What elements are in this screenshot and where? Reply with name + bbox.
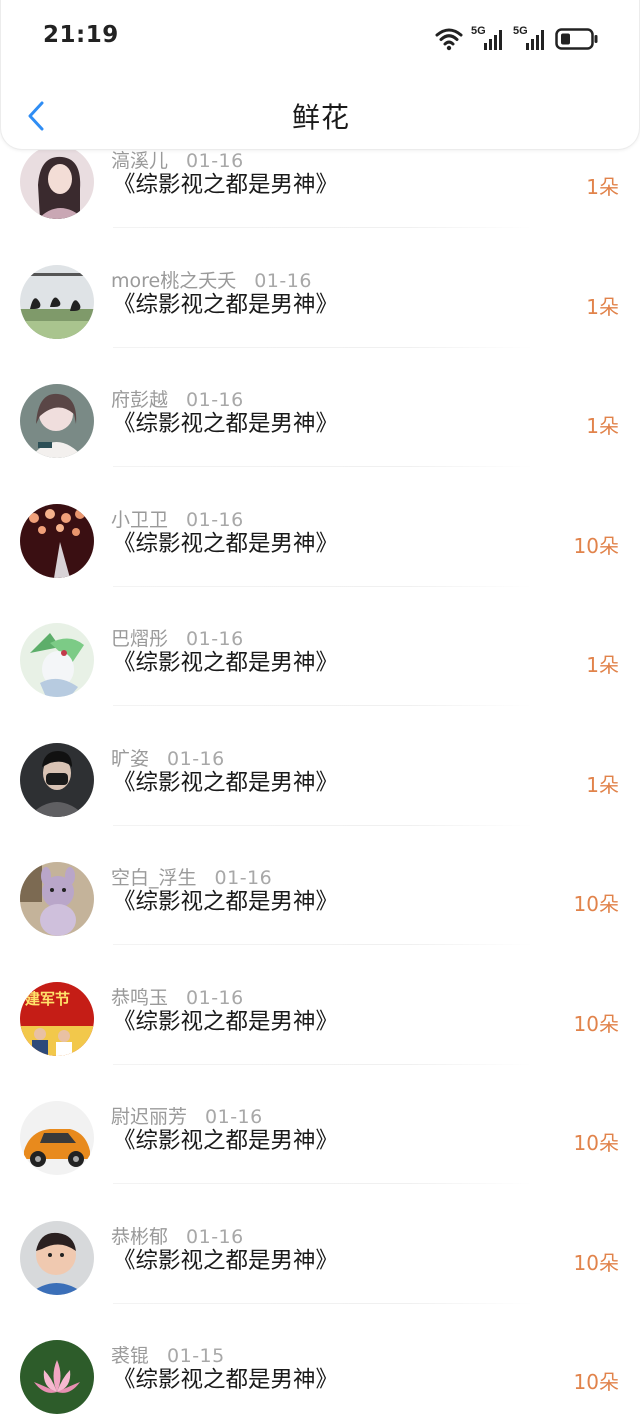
book-title[interactable]: 《综影视之都是男神》 (113, 766, 338, 800)
avatar-image (20, 862, 94, 936)
row-divider (113, 1302, 533, 1304)
avatar[interactable]: 建军节 (20, 981, 94, 1056)
avatar-image (20, 264, 94, 339)
svg-text:建军节: 建军节 (25, 990, 70, 1008)
row-divider (113, 824, 533, 826)
avatar[interactable] (20, 1340, 94, 1414)
avatar-image (20, 1220, 94, 1295)
wifi-icon (435, 28, 463, 51)
avatar-image (20, 145, 94, 219)
avatar[interactable] (20, 264, 94, 339)
row-divider (113, 227, 533, 228)
avatar-image (20, 742, 94, 817)
signal-icon: 5G (471, 25, 505, 51)
flower-count: 10朵 (573, 1131, 619, 1155)
book-title[interactable]: 《综影视之都是男神》 (113, 885, 338, 919)
row-divider (113, 1063, 533, 1065)
list-item[interactable]: 府彭越 01-16 《综影视之都是男神》 1朵 (0, 384, 640, 504)
avatar-image (20, 384, 94, 458)
screen: 滈溪儿 01-16 《综影视之都是男神》 1朵 more桃之夭夭 01-16 《综影视之都是… (0, 0, 640, 1421)
book-title[interactable]: 《综影视之都是男神》 (113, 1124, 338, 1158)
flower-count: 10朵 (573, 1250, 619, 1275)
row-divider (113, 346, 533, 348)
avatar[interactable] (20, 145, 94, 219)
network-type-label-2: 5G (513, 25, 528, 37)
header-bar: 21:19 5G 5G 鲜花 (0, 0, 640, 150)
book-title[interactable]: 《综影视之都是男神》 (113, 168, 338, 202)
signal-icon-2: 5G (513, 25, 547, 51)
avatar[interactable] (20, 1220, 94, 1295)
avatar-image (20, 623, 94, 697)
flower-count: 1朵 (586, 772, 619, 797)
list-item[interactable]: 旷姿 01-16 《综影视之都是男神》 1朵 (0, 742, 640, 863)
page-title: 鲜花 (291, 101, 350, 134)
flower-count: 1朵 (586, 653, 619, 677)
flower-count: 10朵 (573, 892, 619, 916)
book-title[interactable]: 《综影视之都是男神》 (113, 1005, 338, 1039)
status-icons: 5G 5G (435, 22, 599, 56)
row-divider (113, 466, 533, 467)
avatar-image (20, 503, 94, 578)
list-item[interactable]: 恭彬郁 01-16 《综影视之都是男神》 10朵 (0, 1220, 640, 1341)
list-item[interactable]: 巴熠彤 01-16 《综影视之都是男神》 1朵 (0, 623, 640, 743)
row-divider (113, 1183, 533, 1184)
flower-count: 10朵 (573, 533, 619, 558)
flower-count: 10朵 (573, 1011, 619, 1036)
battery-icon (555, 28, 598, 50)
book-title[interactable]: 《综影视之都是男神》 (113, 1363, 338, 1397)
avatar[interactable] (20, 862, 94, 936)
row-divider (113, 705, 533, 706)
list-item[interactable]: 空白_浮生 01-16 《综影视之都是男神》 10朵 (0, 862, 640, 982)
list-item[interactable]: 小卫卫 01-16 《综影视之都是男神》 10朵 (0, 503, 640, 624)
avatar-image (20, 1101, 94, 1175)
status-time: 21:19 (43, 22, 119, 48)
book-title[interactable]: 《综影视之都是男神》 (113, 527, 338, 561)
book-title[interactable]: 《综影视之都是男神》 (113, 288, 338, 322)
row-divider (113, 944, 533, 945)
avatar[interactable] (20, 623, 94, 697)
list-item[interactable]: 滈溪儿 01-16 《综影视之都是男神》 1朵 (0, 145, 640, 265)
flower-count: 1朵 (586, 175, 619, 199)
list-item[interactable]: 裘锟 01-15 《综影视之都是男神》 10朵 (0, 1340, 640, 1421)
list-item[interactable]: more桃之夭夭 01-16 《综影视之都是男神》 1朵 (0, 264, 640, 385)
flower-count: 1朵 (586, 294, 619, 319)
flower-count: 1朵 (586, 414, 619, 438)
book-title[interactable]: 《综影视之都是男神》 (113, 407, 338, 441)
list-item[interactable]: 建军节 恭鸣玉 01-16 《综影视之都是男神》 10朵 (0, 981, 640, 1102)
avatar[interactable] (20, 1101, 94, 1175)
avatar-image: 建军节 (20, 981, 94, 1056)
avatar[interactable] (20, 503, 94, 578)
avatar[interactable] (20, 742, 94, 817)
flower-count: 10朵 (573, 1370, 619, 1394)
book-title[interactable]: 《综影视之都是男神》 (113, 1244, 338, 1278)
list-item[interactable]: 尉迟丽芳 01-16 《综影视之都是男神》 10朵 (0, 1101, 640, 1221)
avatar[interactable] (20, 384, 94, 458)
network-type-label: 5G (471, 25, 486, 37)
avatar-image (20, 1340, 94, 1414)
book-title[interactable]: 《综影视之都是男神》 (113, 646, 338, 680)
row-divider (113, 585, 533, 587)
